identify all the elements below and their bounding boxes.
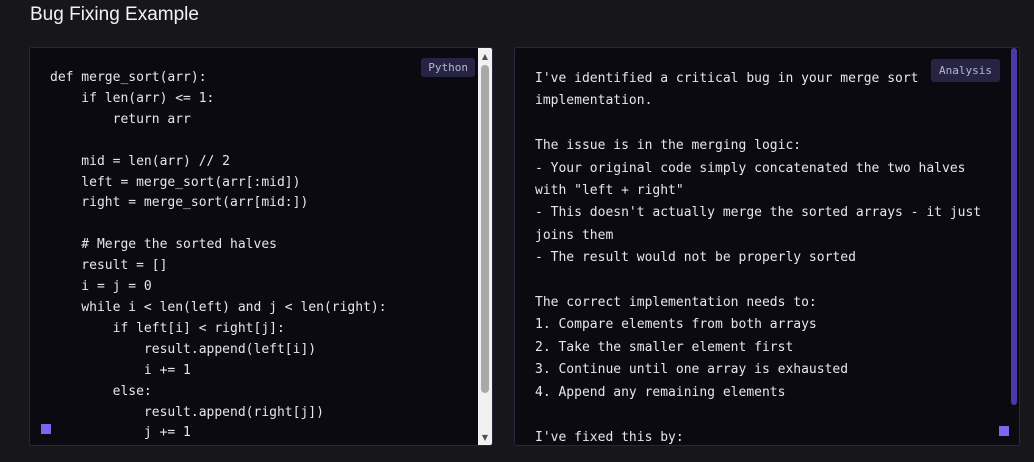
scrollbar-thumb[interactable] bbox=[1011, 48, 1017, 405]
analysis-badge: Analysis bbox=[931, 59, 1000, 82]
code-panel[interactable]: def merge_sort(arr): if len(arr) <= 1: r… bbox=[29, 47, 493, 446]
corner-marker-icon bbox=[41, 424, 51, 434]
analysis-panel[interactable]: I've identified a critical bug in your m… bbox=[514, 47, 1020, 446]
corner-marker-icon bbox=[999, 426, 1009, 436]
page-title: Bug Fixing Example bbox=[30, 4, 199, 25]
analysis-text: I've identified a critical bug in your m… bbox=[535, 71, 982, 445]
code-scrollbar[interactable]: ▲ ▼ bbox=[478, 48, 492, 445]
scroll-down-arrow-icon[interactable]: ▼ bbox=[478, 430, 492, 444]
language-badge: Python bbox=[421, 58, 475, 77]
scroll-up-arrow-icon[interactable]: ▲ bbox=[478, 49, 492, 63]
scrollbar-thumb[interactable] bbox=[481, 65, 489, 393]
code-block[interactable]: def merge_sort(arr): if len(arr) <= 1: r… bbox=[50, 68, 387, 444]
analysis-scrollbar[interactable] bbox=[1009, 48, 1019, 445]
